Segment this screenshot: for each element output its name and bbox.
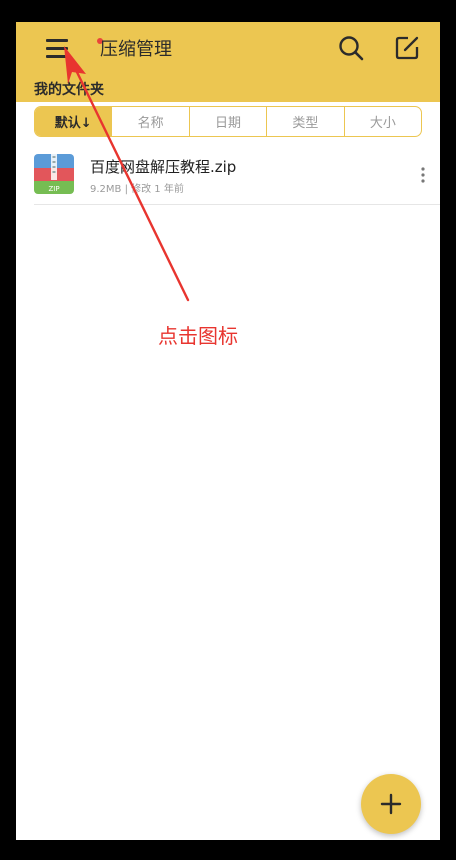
search-button[interactable] xyxy=(336,33,366,63)
zip-archive-icon: ZIP xyxy=(34,154,74,194)
annotation-arrow-icon xyxy=(64,46,190,302)
app-screen: 压缩管理 我的文件夹 默认↓ 名称 日期 类型 大小 ZIP 百度网盘解压教程.… xyxy=(16,22,440,840)
plus-icon xyxy=(380,793,402,815)
menu-button[interactable] xyxy=(42,34,103,68)
sort-tab-bar: 默认↓ 名称 日期 类型 大小 xyxy=(34,106,422,137)
folder-label: 我的文件夹 xyxy=(34,82,104,98)
edit-icon xyxy=(395,36,419,60)
menu-icon xyxy=(46,39,68,42)
file-name: 百度网盘解压教程.zip xyxy=(90,158,237,176)
search-icon xyxy=(339,36,364,61)
add-button[interactable] xyxy=(361,774,421,834)
sort-tab-size[interactable]: 大小 xyxy=(343,107,421,136)
annotation-text: 点击图标 xyxy=(158,324,238,348)
sort-tab-type[interactable]: 类型 xyxy=(266,107,343,136)
file-meta: 9.2MB | 修改 1 年前 xyxy=(90,184,184,195)
sort-tab-name[interactable]: 名称 xyxy=(111,107,188,136)
more-vertical-icon xyxy=(421,167,425,183)
edit-button[interactable] xyxy=(392,33,422,63)
svg-text:ZIP: ZIP xyxy=(48,185,59,193)
sort-tab-date[interactable]: 日期 xyxy=(188,107,266,136)
app-bar: 压缩管理 我的文件夹 xyxy=(16,22,440,102)
list-item[interactable]: ZIP 百度网盘解压教程.zip 9.2MB | 修改 1 年前 xyxy=(34,152,440,204)
page-title: 压缩管理 xyxy=(100,39,172,60)
more-options-button[interactable] xyxy=(412,164,434,186)
divider xyxy=(34,204,440,205)
sort-tab-default[interactable]: 默认↓ xyxy=(35,107,112,136)
